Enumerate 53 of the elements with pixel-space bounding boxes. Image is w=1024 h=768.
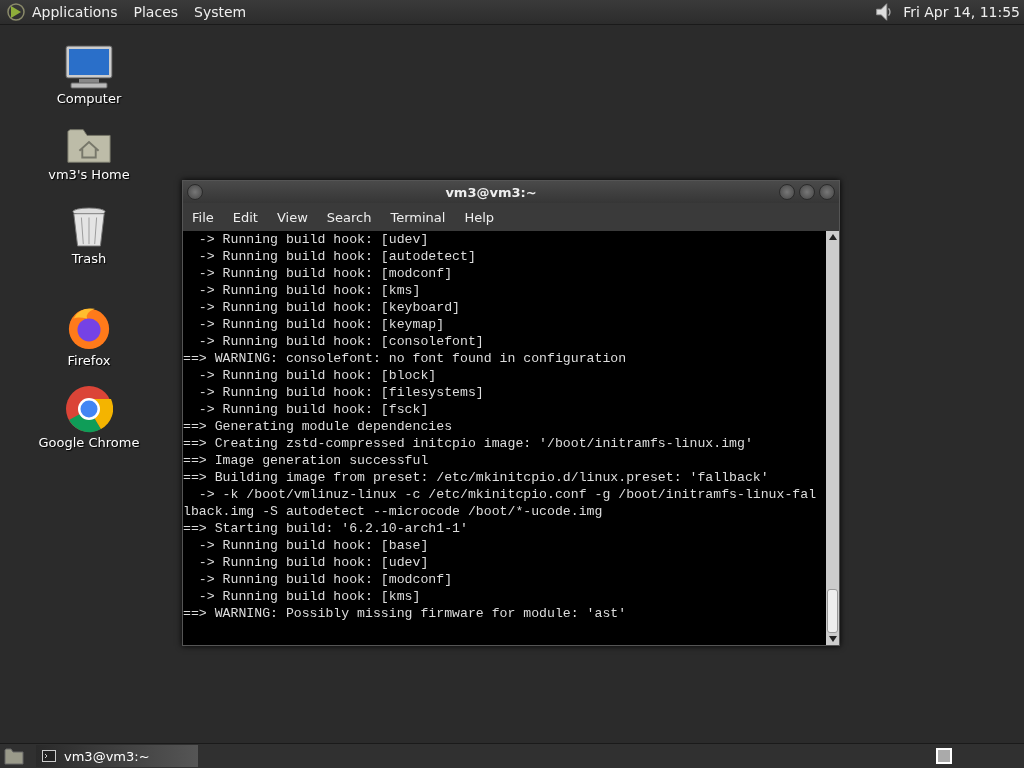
window-title: vm3@vm3:~ [444, 184, 538, 200]
maximize-button[interactable] [799, 184, 815, 200]
panel-menu[interactable]: Places [133, 4, 179, 20]
clock[interactable]: Fri Apr 14, 11:55 [903, 4, 1020, 20]
terminal-line: ==> WARNING: Possibly missing firmware for module: 'ast' [183, 605, 628, 622]
terminal-line: ==> Image generation successful [183, 452, 430, 469]
desktop-icon-label[interactable]: Computer [56, 91, 122, 106]
panel-menu[interactable]: System [194, 4, 247, 20]
terminal-line: -> Running build hook: [fsck] [197, 401, 430, 418]
menu-item[interactable]: Terminal [390, 209, 446, 225]
desktop-icon-label[interactable]: vm3's Home [48, 167, 130, 182]
terminal-line: -> Running build hook: [filesystems] [197, 384, 485, 401]
terminal-line: -> Running build hook: [modconf] [197, 571, 454, 588]
terminal-line: ==> Building image from preset: /etc/mkinitcpio.d/linux.preset: 'fallback' [183, 469, 770, 486]
menu-item[interactable]: Search [326, 209, 372, 225]
terminal-line: -> Running build hook: [kms] [197, 282, 422, 299]
menu-item[interactable]: View [276, 209, 308, 225]
desktop-icon-label[interactable]: Google Chrome [38, 435, 140, 450]
scroll-thumb[interactable] [827, 589, 838, 633]
terminal-icon [42, 750, 56, 762]
minimize-button[interactable] [779, 184, 795, 200]
desktop-icon-label[interactable]: Trash [71, 251, 107, 266]
terminal-line: -> Running build hook: [keymap] [197, 316, 446, 333]
terminal-line: -> Running build hook: [base] [197, 537, 430, 554]
terminal-line: -> Running build hook: [udev] [197, 231, 430, 248]
trash-icon[interactable] [70, 205, 108, 249]
logo-icon[interactable] [6, 2, 26, 22]
menu-item[interactable]: Help [464, 209, 495, 225]
terminal-line: -> Running build hook: [autodetect] [197, 248, 477, 265]
panel-menu[interactable]: Applications [32, 4, 118, 20]
terminal-line: -> Running build hook: [consolefont] [197, 333, 485, 350]
monitor-icon[interactable] [65, 45, 113, 89]
terminal-line: -> -k /boot/vmlinuz-linux -c /etc/mkinitcpio.conf -g /boot/initramfs-linux-fal [197, 486, 818, 503]
terminal-line: -> Running build hook: [udev] [197, 554, 430, 571]
terminal-line: -> Running build hook: [block] [197, 367, 438, 384]
menu-item[interactable]: Edit [232, 209, 258, 225]
close-button[interactable] [819, 184, 835, 200]
taskbar-button[interactable]: vm3@vm3:~ [36, 745, 198, 767]
terminal-line: ==> Starting build: '6.2.10-arch1-1' [183, 520, 469, 537]
scrollbar[interactable] [826, 231, 839, 645]
menu-item[interactable]: File [192, 209, 214, 225]
terminal-line: -> Running build hook: [kms] [197, 588, 422, 605]
terminal-line: -> Running build hook: [keyboard] [197, 299, 461, 316]
terminal-line: ==> WARNING: consolefont: no font found in configuration [183, 350, 628, 367]
window-menu-icon[interactable] [187, 184, 203, 200]
terminal-line: ==> Creating zstd-compressed initcpio image: '/boot/initramfs-linux.img' [183, 435, 754, 452]
browser-icon[interactable] [65, 385, 113, 433]
terminal-line: lback.img -S autodetect --microcode /boot/*-ucode.img [183, 503, 604, 520]
terminal-line: ==> Generating module dependencies [183, 418, 454, 435]
desktop-icon-label[interactable]: Firefox [67, 353, 111, 368]
show-desktop-icon[interactable] [4, 747, 24, 765]
workspace-switcher[interactable] [936, 748, 952, 764]
terminal-line: -> Running build hook: [modconf] [197, 265, 454, 282]
